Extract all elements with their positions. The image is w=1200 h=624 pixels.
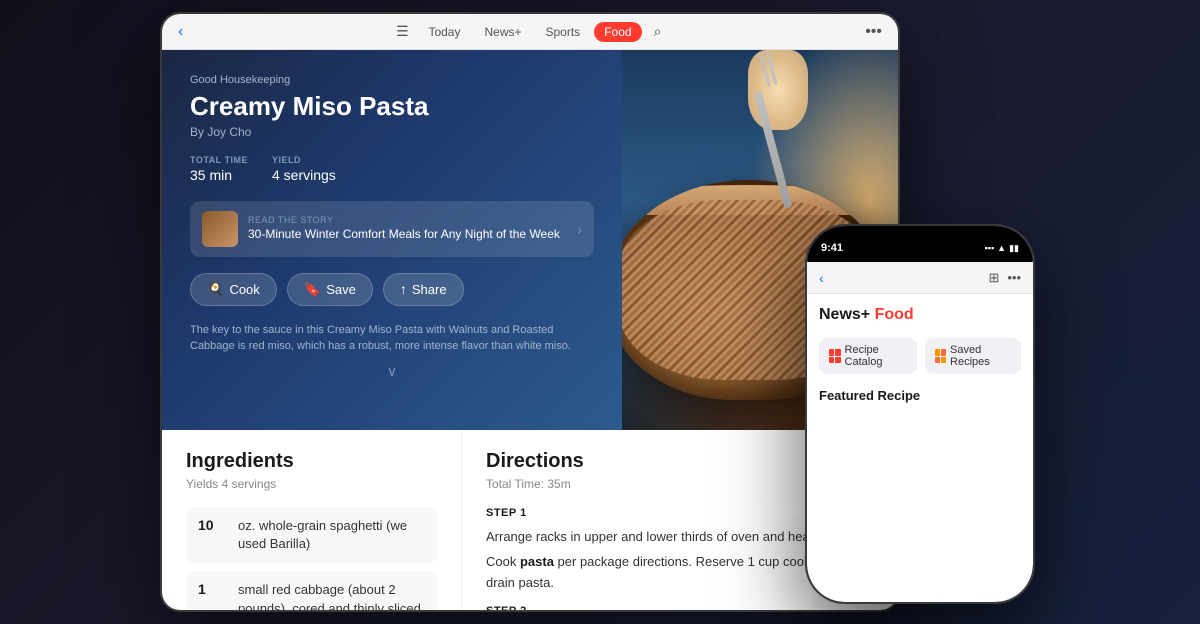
saved-recipes-icon [935,349,947,363]
ingredient-desc: oz. whole-grain spaghetti (we used Baril… [238,517,425,553]
signal-icon: ▪▪▪ [985,243,995,253]
ingredients-column: Ingredients Yields 4 servings 10 oz. who… [162,430,462,610]
tab-newsplus[interactable]: News+ [474,22,531,42]
cook-button[interactable]: 🍳 Cook [190,273,277,306]
total-time-label: TOTAL TIME [190,155,248,165]
iphone-nav-right: ⊞ ••• [988,270,1021,286]
recipe-meta: TOTAL TIME 35 min YIELD 4 servings [190,155,594,185]
iphone-time: 9:41 [821,242,843,254]
yield-label: YIELD [272,155,336,165]
back-button[interactable]: ‹ [178,23,183,41]
tab-sports[interactable]: Sports [536,22,591,42]
ingredients-title: Ingredients [186,450,437,473]
recipe-title: Creamy Miso Pasta [190,92,594,121]
share-label: Share [412,282,447,297]
ingredient-item: 10 oz. whole-grain spaghetti (we used Ba… [186,507,437,563]
iphone-back-button[interactable]: ‹ [819,270,824,286]
dynamic-island [875,234,965,250]
ipad-device: ‹ ☰ Today News+ Sports Food ⌕ ••• Good H… [160,12,900,612]
story-card[interactable]: READ THE STORY 30-Minute Winter Comfort … [190,201,594,257]
share-button[interactable]: ↑ Share [383,273,464,306]
yield-meta: YIELD 4 servings [272,155,336,185]
cook-icon: 🍳 [207,281,224,298]
iphone-status: ▪▪▪ ▲ ▮▮ [985,243,1019,254]
hero-content: Good Housekeeping Creamy Miso Pasta By J… [162,50,622,430]
ingredient-item: 1 small red cabbage (about 2 pounds), co… [186,571,437,610]
save-button[interactable]: 🔖 Save [287,273,373,306]
recipe-source: Good Housekeeping [190,74,594,86]
ingredient-qty: 10 [198,517,228,533]
recipe-description: The key to the sauce in this Creamy Miso… [190,322,594,355]
hero-section: Good Housekeeping Creamy Miso Pasta By J… [162,50,898,430]
iphone-nav: ‹ ⊞ ••• [807,262,1033,294]
ingredient-qty: 1 [198,581,228,597]
share-icon: ↑ [400,281,407,297]
featured-recipe-title: Featured Recipe [819,388,1021,403]
iphone-tabs: Recipe Catalog Saved Recipes [819,338,1021,374]
story-text: READ THE STORY 30-Minute Winter Comfort … [248,215,567,243]
save-icon: 🔖 [304,281,321,298]
more-button[interactable]: ••• [865,23,882,41]
search-icon[interactable]: ⌕ [646,20,670,44]
recipe-catalog-icon [829,349,841,363]
tab-today[interactable]: Today [418,22,470,42]
ipad-screen: ‹ ☰ Today News+ Sports Food ⌕ ••• Good H… [162,14,898,610]
step2-label: STEP 2 [486,605,874,610]
iphone-screen: 9:41 ▪▪▪ ▲ ▮▮ ‹ ⊞ ••• News+ Food [807,226,1033,602]
ingredient-desc: small red cabbage (about 2 pounds), core… [238,581,425,610]
content-section: Ingredients Yields 4 servings 10 oz. who… [162,430,898,610]
save-label: Save [326,282,356,297]
iphone-brand: News+ Food [819,306,1021,324]
grid-icon[interactable]: ⊞ [988,270,999,286]
total-time-value: 35 min [190,167,232,183]
yield-value: 4 servings [272,167,336,183]
scroll-indicator: ∨ [190,363,594,380]
story-title: 30-Minute Winter Comfort Meals for Any N… [248,227,567,243]
fork-visual [758,50,788,210]
iphone-notch: 9:41 ▪▪▪ ▲ ▮▮ [807,226,1033,262]
tab-food[interactable]: Food [594,22,641,42]
story-label: READ THE STORY [248,215,567,225]
scene: ‹ ☰ Today News+ Sports Food ⌕ ••• Good H… [0,0,1200,624]
recipe-catalog-tab[interactable]: Recipe Catalog [819,338,917,374]
iphone-content: News+ Food Recipe Catalog Saved Recipes [807,294,1033,602]
battery-icon: ▮▮ [1009,243,1019,254]
iphone-more-icon[interactable]: ••• [1007,270,1021,286]
recipe-author: By Joy Cho [190,125,594,139]
nav-bar: ‹ ☰ Today News+ Sports Food ⌕ ••• [162,14,898,50]
iphone-device: 9:41 ▪▪▪ ▲ ▮▮ ‹ ⊞ ••• News+ Food [805,224,1035,604]
saved-recipes-tab[interactable]: Saved Recipes [925,338,1022,374]
action-buttons: 🍳 Cook 🔖 Save ↑ Share [190,273,594,306]
ingredients-subtitle: Yields 4 servings [186,477,437,491]
cook-label: Cook [229,282,259,297]
sidebar-icon[interactable]: ☰ [390,20,414,44]
total-time-meta: TOTAL TIME 35 min [190,155,248,185]
wifi-icon: ▲ [997,243,1006,253]
chevron-right-icon: › [577,221,582,237]
brand-colored: Food [870,306,914,323]
saved-recipes-label: Saved Recipes [950,344,1011,368]
story-thumbnail [202,211,238,247]
fork-handle [754,91,793,209]
recipe-catalog-label: Recipe Catalog [845,344,907,368]
